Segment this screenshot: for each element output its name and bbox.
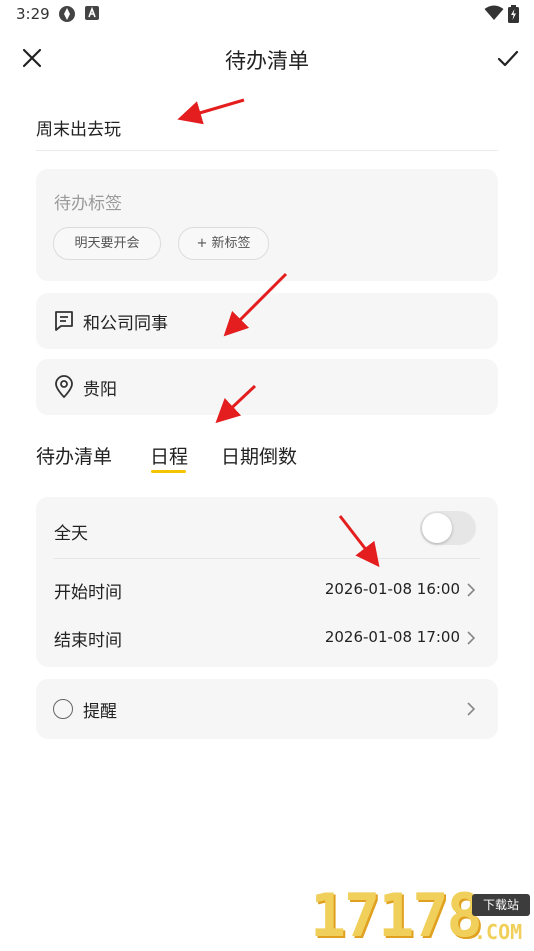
watermark-badge: 下载站 [472,894,530,916]
watermark-logo: 17178 [310,881,483,951]
annotation-arrows [177,98,380,568]
watermark-suffix: .COM [474,920,523,944]
annotation-arrow-location [215,384,257,424]
annotation-arrow-title [177,98,245,125]
annotation-arrow-note [223,272,288,337]
annotation-arrow-start-time [338,515,380,568]
